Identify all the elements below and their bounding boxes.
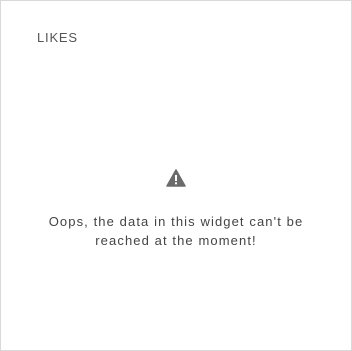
likes-widget: LIKES Oops, the data in this widget can'… xyxy=(0,0,352,351)
error-message: Oops, the data in this widget can't be r… xyxy=(5,212,347,250)
error-message-line-2: reached at the moment! xyxy=(95,233,257,248)
widget-title: LIKES xyxy=(37,30,78,45)
warning-icon xyxy=(166,169,186,187)
error-message-line-1: Oops, the data in this widget can't be xyxy=(48,214,304,229)
